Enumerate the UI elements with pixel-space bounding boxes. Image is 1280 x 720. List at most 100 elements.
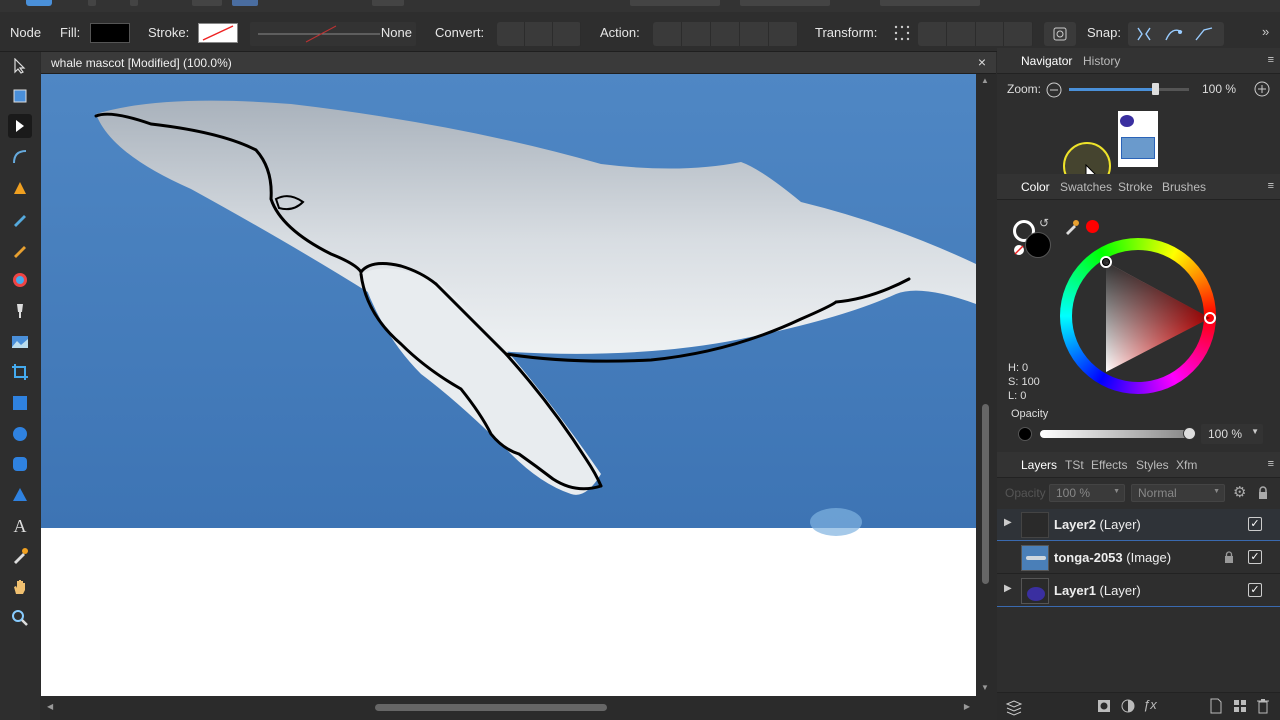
layer-opacity-dropdown[interactable]: 100 % ▼: [1049, 484, 1125, 502]
rectangle-icon[interactable]: [8, 391, 32, 415]
convert-buttons[interactable]: [497, 22, 581, 46]
tab-stroke[interactable]: Stroke: [1118, 180, 1153, 194]
overflow-chevron-icon[interactable]: »: [1262, 24, 1269, 39]
scroll-down-icon[interactable]: ▼: [981, 683, 989, 692]
fill-color-well[interactable]: [1025, 232, 1051, 258]
tab-layers[interactable]: Layers: [1021, 458, 1057, 472]
scroll-right-icon[interactable]: ▶: [964, 702, 970, 711]
fill-swatch[interactable]: [90, 23, 130, 43]
color-picker-icon[interactable]: [8, 544, 32, 568]
toolbar-button[interactable]: [630, 0, 720, 6]
corner-tool-icon[interactable]: [8, 145, 32, 169]
stroke-style-dropdown[interactable]: None: [250, 22, 416, 46]
tab-tst[interactable]: TSt: [1065, 458, 1084, 472]
tab-brushes[interactable]: Brushes: [1162, 180, 1206, 194]
scroll-left-icon[interactable]: ◀: [47, 702, 53, 711]
zoom-value[interactable]: 100 %: [1202, 82, 1236, 96]
zoom-icon[interactable]: [8, 606, 32, 630]
zoom-in-icon[interactable]: [1252, 79, 1272, 99]
visibility-checkbox[interactable]: ✓: [1248, 517, 1262, 531]
none-color-icon[interactable]: [1013, 244, 1025, 256]
gear-icon[interactable]: ⚙: [1233, 483, 1246, 501]
visibility-checkbox[interactable]: ✓: [1248, 550, 1262, 564]
fill-icon[interactable]: [8, 268, 32, 292]
transform-origin-icon[interactable]: [892, 22, 912, 44]
triangle-icon[interactable]: [8, 483, 32, 507]
adjustment-icon[interactable]: [1121, 699, 1135, 713]
toolbar-button[interactable]: [372, 0, 404, 6]
toolbar-button[interactable]: [192, 0, 222, 6]
opacity-slider-knob[interactable]: [1183, 427, 1196, 440]
node-tool-icon[interactable]: [8, 114, 32, 138]
transparency-icon[interactable]: [8, 299, 32, 323]
hand-icon[interactable]: [8, 575, 32, 599]
brush-icon[interactable]: [8, 238, 32, 262]
blend-mode-dropdown[interactable]: Normal ▼: [1131, 484, 1225, 502]
add-page-icon[interactable]: [1209, 698, 1223, 714]
zoom-slider-knob[interactable]: [1152, 83, 1160, 95]
toolbar-button[interactable]: [130, 0, 138, 6]
text-icon[interactable]: A: [8, 514, 32, 538]
pen-icon[interactable]: [8, 176, 32, 200]
snap-buttons[interactable]: [1128, 22, 1224, 46]
opacity-slider[interactable]: [1040, 427, 1196, 440]
toolbar-button[interactable]: [880, 0, 980, 6]
ellipse-icon[interactable]: [8, 422, 32, 446]
trash-icon[interactable]: [1257, 698, 1269, 714]
transform-buttons[interactable]: [918, 22, 1033, 46]
document-tab[interactable]: whale mascot [Modified] (100.0%) ×: [41, 52, 996, 74]
zoom-out-icon[interactable]: [1045, 81, 1063, 99]
navigator-thumbnail[interactable]: [1118, 111, 1158, 167]
tab-xfm[interactable]: Xfm: [1176, 458, 1197, 472]
panel-menu-icon[interactable]: ≡: [1268, 458, 1274, 470]
eyedropper-icon[interactable]: [1063, 218, 1081, 236]
layer-row[interactable]: ▶ Layer2 (Layer) ✓: [997, 509, 1280, 541]
layer-lock-icon[interactable]: [1224, 551, 1234, 564]
artboard-icon[interactable]: [8, 84, 32, 108]
grid-icon[interactable]: [1233, 699, 1247, 713]
canvas[interactable]: [41, 74, 976, 696]
color-triangle[interactable]: [1060, 238, 1216, 394]
layer-row[interactable]: ▶ Layer1 (Layer) ✓: [997, 575, 1280, 607]
picked-color-swatch[interactable]: [1086, 220, 1099, 233]
tab-color[interactable]: Color: [1021, 180, 1050, 194]
crop-icon[interactable]: [8, 360, 32, 384]
visibility-checkbox[interactable]: ✓: [1248, 583, 1262, 597]
horizontal-scrollbar[interactable]: ◀ ▶: [41, 696, 976, 720]
stroke-swatch[interactable]: [198, 23, 238, 43]
vertical-scrollbar[interactable]: ▲ ▼: [976, 74, 996, 696]
layers-stack-icon[interactable]: [1005, 698, 1023, 716]
panel-menu-icon[interactable]: ≡: [1268, 180, 1274, 192]
toolbar-button[interactable]: [232, 0, 258, 6]
color-wheel[interactable]: [1060, 238, 1216, 394]
fx-icon[interactable]: ƒx: [1143, 697, 1157, 712]
expand-icon[interactable]: ▶: [1004, 517, 1012, 528]
tab-styles[interactable]: Styles: [1136, 458, 1169, 472]
pointer-icon[interactable]: [8, 54, 32, 78]
swap-colors-icon[interactable]: ↺: [1039, 216, 1049, 230]
rotate-icon[interactable]: [1044, 22, 1076, 46]
tab-navigator[interactable]: Navigator: [1021, 54, 1072, 68]
dropdown-arrow-icon[interactable]: ▼: [1251, 427, 1259, 436]
tab-effects[interactable]: Effects: [1091, 458, 1127, 472]
toolbar-button[interactable]: [88, 0, 96, 6]
expand-icon[interactable]: ▶: [1004, 583, 1012, 594]
image-icon[interactable]: [8, 330, 32, 354]
pencil-icon[interactable]: [8, 207, 32, 231]
zoom-slider[interactable]: [1069, 83, 1189, 95]
scroll-thumb[interactable]: [982, 404, 989, 584]
toolbar-button[interactable]: [740, 0, 830, 6]
opacity-field[interactable]: 100 % ▼: [1201, 424, 1263, 444]
rounded-rect-icon[interactable]: [8, 452, 32, 476]
mask-icon[interactable]: [1097, 699, 1111, 713]
tab-history[interactable]: History: [1083, 54, 1120, 68]
scroll-thumb[interactable]: [375, 704, 607, 711]
scroll-up-icon[interactable]: ▲: [981, 76, 989, 85]
action-buttons[interactable]: [653, 22, 798, 46]
tab-swatches[interactable]: Swatches: [1060, 180, 1112, 194]
close-icon[interactable]: ×: [978, 54, 986, 70]
layer-row[interactable]: tonga-2053 (Image) ✓: [997, 542, 1280, 574]
lock-icon[interactable]: [1257, 486, 1269, 500]
panel-menu-icon[interactable]: ≡: [1268, 54, 1274, 66]
whale-artwork[interactable]: [41, 74, 976, 696]
